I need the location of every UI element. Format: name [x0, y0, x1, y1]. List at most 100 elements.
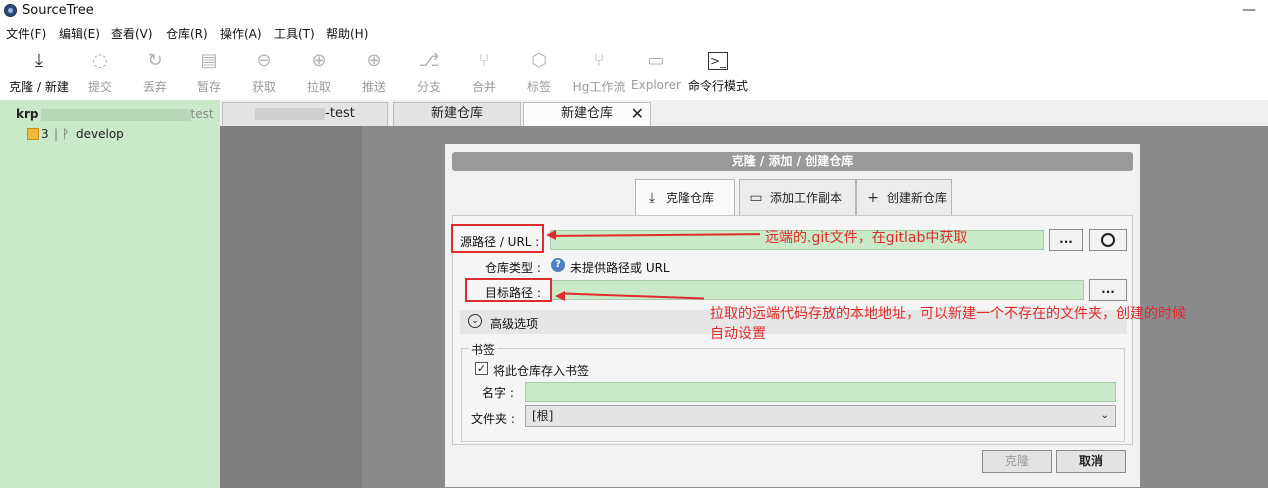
discard-label: 丢弃: [142, 80, 167, 94]
repo-type-label: 仓库类型 :: [485, 261, 541, 275]
explorer-button[interactable]: ▭ Explorer: [630, 44, 682, 92]
pull-button[interactable]: ⊕ 拉取: [293, 44, 345, 95]
branch-button[interactable]: ⎇ 分支: [403, 44, 455, 95]
branch-count: 3: [41, 127, 49, 141]
bookmark-folder-label: 文件夹 :: [471, 412, 515, 426]
tab-clone-repo-label: 克隆仓库: [666, 191, 715, 205]
commit-label: 提交: [87, 80, 112, 94]
stash-icon: ▤: [200, 50, 218, 71]
chevron-down-icon[interactable]: ⌄: [468, 314, 482, 328]
tab-clone-repo[interactable]: ⤓ 克隆仓库: [635, 179, 735, 217]
push-label: 推送: [361, 80, 386, 94]
menu-bar: 文件(F) 编辑(E) 查看(V) 仓库(R) 操作(A) 工具(T) 帮助(H…: [0, 22, 1268, 42]
branch-icon: ⎇: [418, 50, 440, 71]
chevron-down-icon: ⌄: [1100, 410, 1109, 421]
menu-view[interactable]: 查看(V): [111, 25, 153, 42]
menu-file[interactable]: 文件(F): [6, 25, 46, 42]
clone-icon: ⤓: [35, 50, 43, 71]
source-browse-button[interactable]: ...: [1049, 229, 1083, 251]
bookmark-checkbox[interactable]: ✓: [475, 362, 488, 375]
merge-icon: ⑂: [478, 50, 490, 71]
clone-button[interactable]: 克隆: [982, 450, 1052, 473]
branch-label: 分支: [416, 80, 441, 94]
fetch-label: 获取: [251, 80, 276, 94]
bookmark-group-title: 书签: [469, 341, 498, 358]
help-icon: ?: [551, 258, 565, 272]
destination-browse-button[interactable]: ...: [1089, 279, 1127, 301]
tab-repo[interactable]: -test: [222, 102, 388, 126]
commit-button[interactable]: ◌ 提交: [74, 44, 126, 95]
advanced-options-label[interactable]: 高级选项: [490, 315, 538, 332]
menu-edit[interactable]: 编辑(E): [59, 25, 100, 42]
bookmark-folder-value: [根]: [532, 409, 554, 423]
tag-icon: ⬡: [531, 50, 547, 71]
cancel-button[interactable]: 取消: [1056, 450, 1126, 473]
branch-name[interactable]: develop: [76, 127, 124, 141]
redacted-path: [40, 108, 191, 121]
sourcetree-logo-icon: [4, 4, 17, 17]
tab-repo-label: -test: [325, 106, 355, 121]
bookmark-name-input[interactable]: [525, 382, 1116, 402]
bookmark-checkbox-label[interactable]: 将此仓库存入书签: [493, 362, 589, 379]
hg-flow-label: Hg工作流: [572, 80, 626, 94]
remote-account-button[interactable]: [1089, 229, 1127, 251]
fetch-button[interactable]: ⊖ 获取: [238, 44, 290, 95]
menu-help[interactable]: 帮助(H): [326, 25, 368, 42]
globe-icon: [1101, 233, 1115, 247]
tab-add-working-copy[interactable]: ▭ 添加工作副本: [739, 179, 856, 216]
repo-path-prefix: krp: [16, 107, 39, 121]
terminal-button[interactable]: >_ 命令行模式: [686, 44, 750, 94]
fetch-icon: ⊖: [256, 50, 272, 71]
destination-annotation-line1: 拉取的远端代码存放的本地地址，可以新建一个不存在的文件夹，创建的时候: [710, 306, 1186, 322]
tag-button[interactable]: ⬡ 标签: [513, 44, 565, 95]
commit-icon: ◌: [92, 50, 108, 71]
bookmark-folder-select[interactable]: [根] ⌄: [525, 405, 1116, 427]
tab-create-repo-label: 创建新仓库: [887, 191, 948, 205]
sidebar: [0, 100, 220, 488]
stash-button[interactable]: ▤ 暂存: [183, 44, 235, 95]
tab-create-repo[interactable]: + 创建新仓库: [856, 179, 952, 216]
toolbar: ⤓ 克隆 / 新建 ◌ 提交 ↻ 丢弃 ▤ 暂存 ⊖ 获取 ⊕ 拉取 ⊕ 推送 …: [0, 44, 1268, 100]
tab-new-repo-2-label: 新建仓库: [560, 106, 613, 121]
destination-path-highlight: [465, 278, 552, 302]
tab-new-repo-2[interactable]: 新建仓库 ✕: [523, 102, 651, 128]
clone-new-button[interactable]: ⤓ 克隆 / 新建: [4, 44, 74, 95]
source-annotation: 远端的.git文件，在gitlab中获取: [765, 230, 968, 246]
repo-path-suffix: test: [190, 107, 214, 121]
pull-label: 拉取: [306, 80, 331, 94]
menu-actions[interactable]: 操作(A): [220, 25, 262, 42]
terminal-label: 命令行模式: [687, 79, 748, 93]
tab-add-working-copy-label: 添加工作副本: [770, 191, 843, 205]
terminal-icon: >_: [708, 52, 728, 70]
discard-icon: ↻: [147, 50, 163, 71]
tab-new-repo-1-label: 新建仓库: [430, 106, 483, 121]
explorer-icon: ▭: [647, 50, 665, 71]
title-bar: [0, 0, 1268, 22]
close-icon[interactable]: ✕: [631, 103, 644, 125]
push-icon: ⊕: [366, 50, 382, 71]
dialog-title: 克隆 / 添加 / 创建仓库: [452, 152, 1133, 171]
destination-path-input[interactable]: [550, 280, 1084, 300]
repo-type-value: 未提供路径或 URL: [570, 261, 670, 275]
branch-separator: |: [54, 127, 59, 141]
repo-path[interactable]: krp test: [16, 107, 214, 121]
minimize-button[interactable]: —: [1242, 2, 1256, 18]
redacted-tab-name: [255, 107, 326, 120]
discard-button[interactable]: ↻ 丢弃: [129, 44, 181, 95]
pull-icon: ⊕: [311, 50, 327, 71]
plus-icon: +: [867, 190, 879, 206]
bookmark-name-label: 名字 :: [482, 386, 514, 400]
window-title: SourceTree: [22, 3, 94, 18]
source-url-highlight: [451, 224, 544, 253]
hg-flow-button[interactable]: ⑂ Hg工作流: [568, 44, 630, 95]
stash-label: 暂存: [196, 80, 221, 94]
tab-new-repo-1[interactable]: 新建仓库: [393, 102, 521, 126]
menu-tools[interactable]: 工具(T): [274, 25, 315, 42]
tag-label: 标签: [526, 80, 551, 94]
clone-icon: ⤓: [648, 190, 656, 206]
merge-button[interactable]: ⑂ 合并: [458, 44, 510, 95]
menu-repository[interactable]: 仓库(R): [166, 25, 208, 42]
push-button[interactable]: ⊕ 推送: [348, 44, 400, 95]
clone-new-label: 克隆 / 新建: [9, 80, 69, 94]
folder-icon: ▭: [749, 190, 763, 206]
